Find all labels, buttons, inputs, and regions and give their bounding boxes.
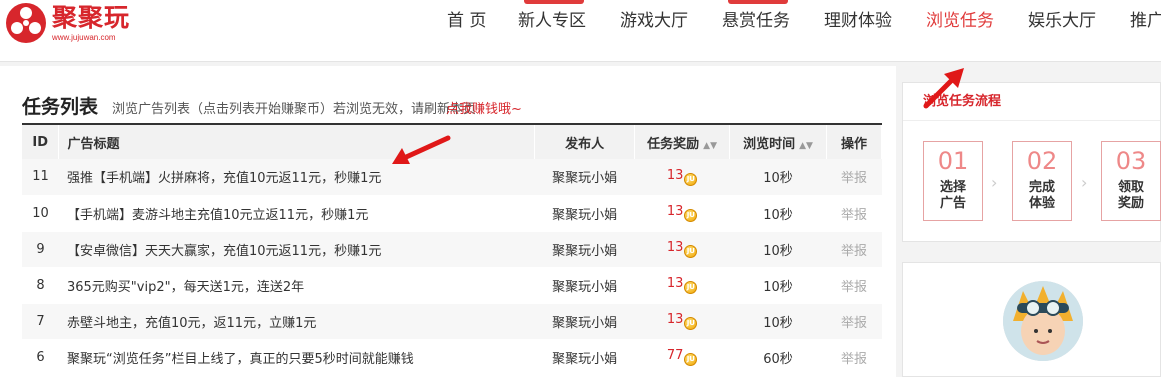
flow-step-1: 01 选择广告 — [923, 141, 983, 221]
report-link[interactable]: 举报 — [826, 339, 882, 376]
row-time: 10秒 — [729, 231, 827, 268]
row-id: 8 — [22, 267, 59, 304]
row-time: 10秒 — [729, 195, 827, 232]
avatar[interactable] — [1003, 281, 1083, 361]
row-title-link[interactable]: 【手机端】麦游斗地主充值10元立返11元，秒赚1元 — [58, 195, 535, 232]
step-number: 03 — [1115, 147, 1147, 175]
row-title-link[interactable]: 365元购买"vip2"，每天送1元，连送2年 — [58, 267, 535, 304]
row-title-link[interactable]: 【安卓微信】天天大赢家，充值10元返11元，秒赚1元 — [58, 231, 535, 268]
sort-icon[interactable]: ▲▼ — [799, 141, 813, 151]
nav-game-hall[interactable]: 游戏大厅 — [620, 10, 688, 32]
table-row[interactable]: 10 【手机端】麦游斗地主充值10元立返11元，秒赚1元 聚聚玩小娟 13 JU … — [22, 195, 882, 232]
chevron-right-icon: › — [1081, 173, 1088, 192]
row-id: 11 — [22, 159, 59, 196]
row-title-link[interactable]: 聚聚玩“浏览任务”栏目上线了，真正的只要5秒时间就能赚钱 — [58, 339, 535, 376]
reward-value: 13 — [666, 240, 684, 255]
logo-name: 聚聚玩 — [52, 3, 131, 32]
coin-icon: JU — [684, 245, 698, 258]
coin-icon: JU — [684, 172, 698, 186]
col-time[interactable]: 浏览时间 ▲▼ — [729, 124, 827, 159]
annotation-arrow-icon — [923, 68, 964, 109]
row-publisher: 聚聚玩小娟 — [534, 195, 635, 232]
row-time: 10秒 — [729, 303, 827, 340]
row-publisher: 聚聚玩小娟 — [534, 159, 635, 196]
col-op: 操作 — [826, 124, 882, 159]
page-subtitle: 浏览广告列表（点击列表开始赚聚币）若浏览无效，请刷新本页 — [112, 102, 477, 117]
annotation-arrow-icon — [392, 135, 451, 164]
row-id: 9 — [22, 231, 59, 268]
coin-icon: JU — [684, 209, 698, 222]
col-time-label: 浏览时间 — [743, 136, 796, 152]
page-title: 任务列表 — [22, 96, 99, 118]
row-id: 10 — [22, 195, 59, 232]
step-label: 完成体验 — [1028, 180, 1055, 211]
step-number: 02 — [1026, 147, 1058, 175]
table-row[interactable]: 6 聚聚玩“浏览任务”栏目上线了，真正的只要5秒时间就能赚钱 聚聚玩小娟 77 J… — [22, 339, 882, 376]
row-time: 10秒 — [729, 267, 827, 304]
flow-step-2: 02 完成体验 — [1012, 141, 1072, 221]
step-label: 领取奖励 — [1117, 180, 1144, 211]
table-row[interactable]: 8 365元购买"vip2"，每天送1元，连送2年 聚聚玩小娟 13 JU 10秒… — [22, 267, 882, 304]
site-logo[interactable]: 聚聚玩 www.jujuwan.com — [4, 2, 130, 44]
col-publisher: 发布人 — [534, 124, 636, 159]
col-title: 广告标题 — [58, 124, 536, 159]
logo-mark-icon — [4, 1, 48, 45]
row-publisher: 聚聚玩小娟 — [534, 303, 635, 340]
table-row[interactable]: 7 赤壁斗地主，充值10元，返11元，立赚1元 聚聚玩小娟 13 JU 10秒 举… — [22, 303, 882, 340]
row-publisher: 聚聚玩小娟 — [534, 339, 635, 376]
row-publisher: 聚聚玩小娟 — [534, 267, 635, 304]
step-number: 01 — [937, 147, 969, 175]
coin-icon: JU — [684, 281, 698, 294]
row-reward: 77 JU — [634, 339, 730, 376]
table-row[interactable]: 9 【安卓微信】天天大赢家，充值10元返11元，秒赚1元 聚聚玩小娟 13 JU … — [22, 231, 882, 268]
reward-value: 13 — [666, 204, 684, 219]
nav-promotion[interactable]: 推广 — [1130, 10, 1161, 32]
row-reward: 13 JU — [634, 159, 730, 196]
row-publisher: 聚聚玩小娟 — [534, 231, 635, 268]
reward-value: 13 — [666, 167, 684, 183]
report-link[interactable]: 举报 — [826, 159, 882, 196]
row-title-link[interactable]: 强推【手机端】火拼麻将，充值10元返11元，秒赚1元 — [58, 159, 535, 196]
col-reward[interactable]: 任务奖励 ▲▼ — [634, 124, 731, 159]
logo-url: www.jujuwan.com — [52, 33, 116, 42]
nav-bounty-tasks[interactable]: 悬赏任务 — [722, 10, 790, 32]
nav-browse-tasks[interactable]: 浏览任务 — [926, 10, 994, 32]
col-id: ID — [22, 124, 60, 159]
user-panel — [902, 262, 1161, 377]
row-title-link[interactable]: 赤壁斗地主，充值10元，返11元，立赚1元 — [58, 303, 535, 340]
chevron-right-icon: › — [991, 173, 998, 192]
coin-icon: JU — [684, 353, 698, 366]
row-reward: 13 JU — [634, 231, 730, 268]
reward-value: 13 — [666, 312, 684, 327]
nav-home[interactable]: 首 页 — [447, 10, 486, 32]
coin-icon: JU — [684, 317, 698, 330]
flow-step-3: 03 领取奖励 — [1101, 141, 1161, 221]
row-reward: 13 JU — [634, 303, 730, 340]
row-time: 60秒 — [729, 339, 827, 376]
reward-value: 77 — [666, 348, 684, 363]
reward-value: 13 — [666, 276, 684, 291]
sort-icon[interactable]: ▲▼ — [703, 141, 717, 151]
nav-entertainment[interactable]: 娱乐大厅 — [1028, 10, 1096, 32]
step-label: 选择广告 — [939, 180, 966, 211]
site-header: 聚聚玩 www.jujuwan.com 首 页 新人专区 游戏大厅 悬赏任务 理… — [0, 0, 1161, 62]
click-hint-annotation: 点我赚钱哦~ — [446, 102, 522, 117]
row-reward: 13 JU — [634, 267, 730, 304]
row-reward: 13 JU — [634, 195, 730, 232]
nav-new-user[interactable]: 新人专区 — [518, 10, 586, 32]
row-time: 10秒 — [729, 159, 827, 196]
report-link[interactable]: 举报 — [826, 303, 882, 340]
nav-flag-new-user — [524, 0, 584, 4]
col-reward-label: 任务奖励 — [647, 136, 700, 152]
nav-flag-bounty — [728, 0, 788, 4]
row-id: 7 — [22, 303, 59, 340]
report-link[interactable]: 举报 — [826, 267, 882, 304]
report-link[interactable]: 举报 — [826, 231, 882, 268]
row-id: 6 — [22, 339, 59, 376]
nav-finance[interactable]: 理财体验 — [824, 10, 892, 32]
report-link[interactable]: 举报 — [826, 195, 882, 232]
